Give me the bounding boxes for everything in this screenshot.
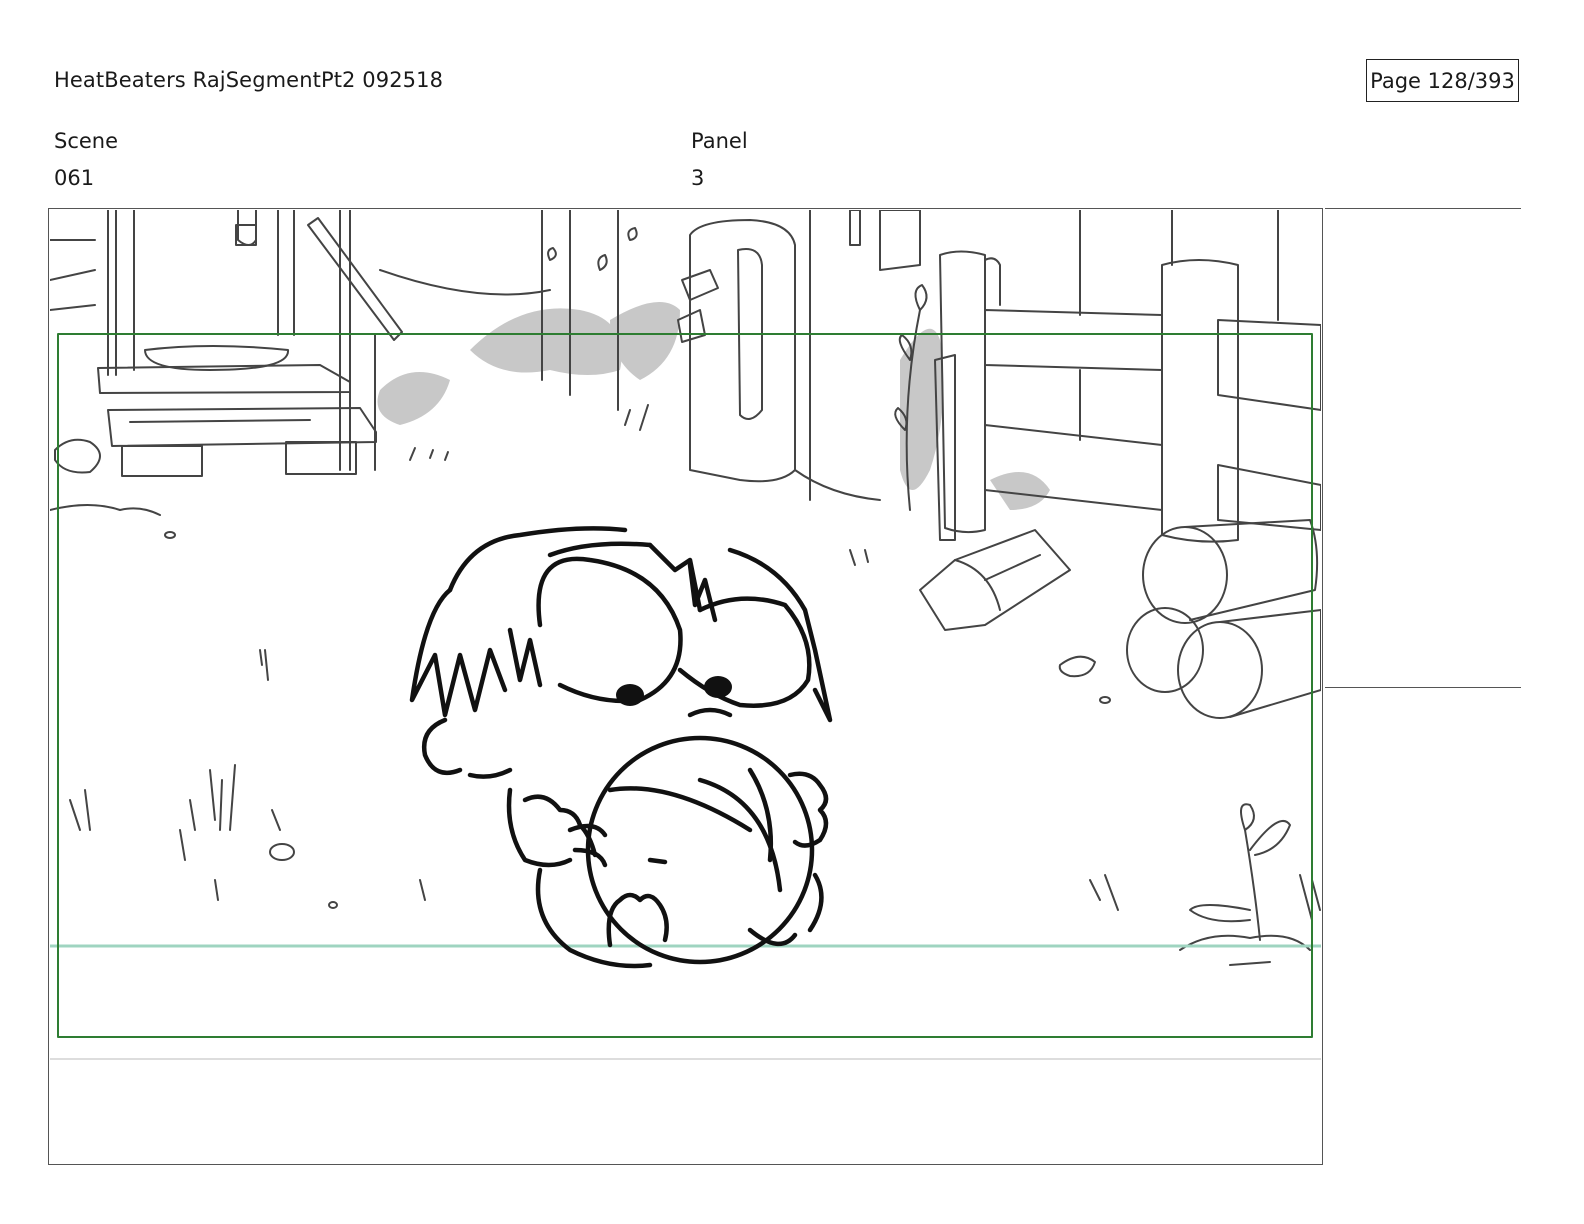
scene-value: 061	[54, 166, 95, 190]
storyboard-drawing	[50, 210, 1321, 1058]
page-indicator: Page 128/393	[1366, 59, 1519, 102]
panel-value: 3	[691, 166, 705, 190]
panel-notes	[50, 1062, 1321, 1162]
scene-label: Scene	[54, 129, 119, 153]
character-sketch	[409, 526, 833, 969]
side-column-top-rule	[1325, 208, 1521, 209]
document-title: HeatBeaters RajSegmentPt2 092518	[54, 68, 444, 92]
panel-label: Panel	[691, 129, 748, 153]
safe-area-frame	[57, 333, 1313, 1038]
background-line-art	[50, 210, 1321, 966]
notes-divider	[50, 1058, 1321, 1060]
side-column-bottom-rule	[1325, 687, 1521, 688]
